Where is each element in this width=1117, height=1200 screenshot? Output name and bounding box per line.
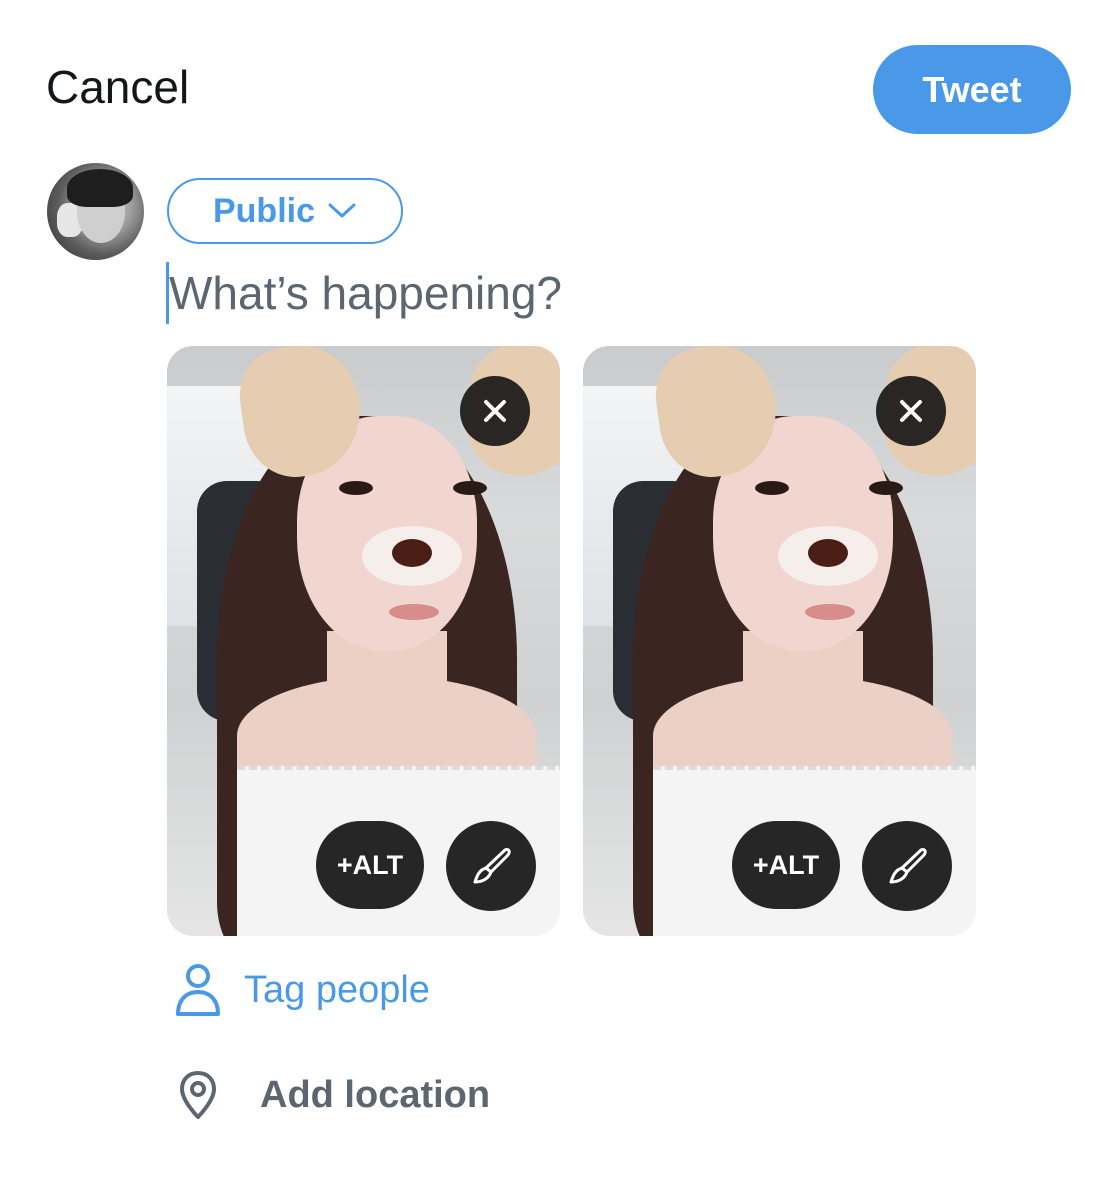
add-alt-text-button[interactable]: +ALT	[316, 821, 424, 909]
add-location-button[interactable]: Add location	[178, 1070, 490, 1120]
location-pin-icon	[180, 1071, 216, 1119]
avatar[interactable]	[47, 163, 144, 260]
edit-media-button[interactable]	[862, 821, 952, 911]
audience-selector[interactable]: Public	[167, 178, 403, 244]
close-icon	[484, 400, 506, 422]
photo-eye-right	[869, 481, 903, 495]
composer-placeholder: What’s happening?	[169, 267, 562, 319]
tweet-compose-screen: Cancel Tweet Public What’s happening? +A…	[0, 0, 1117, 1200]
photo-lips	[389, 604, 439, 620]
chevron-down-icon	[328, 203, 356, 218]
dog-nose	[392, 539, 432, 567]
audience-label: Public	[212, 191, 316, 230]
tweet-button[interactable]: Tweet	[873, 45, 1071, 134]
person-icon	[176, 964, 220, 1016]
cancel-button[interactable]: Cancel	[46, 60, 189, 114]
brush-icon	[473, 848, 511, 884]
tweet-text-input[interactable]: What’s happening?	[166, 262, 562, 324]
photo-eye-left	[755, 481, 789, 495]
edit-media-button[interactable]	[446, 821, 536, 911]
photo-lips	[805, 604, 855, 620]
add-alt-text-button[interactable]: +ALT	[732, 821, 840, 909]
remove-media-button[interactable]	[876, 376, 946, 446]
photo-eye-left	[339, 481, 373, 495]
tag-people-label: Tag people	[244, 968, 430, 1011]
tag-people-button[interactable]: Tag people	[174, 962, 430, 1018]
media-attachment-1[interactable]: +ALT	[167, 346, 560, 936]
close-icon	[900, 400, 922, 422]
brush-icon	[889, 848, 927, 884]
photo-eye-right	[453, 481, 487, 495]
avatar-hair-shape	[67, 169, 133, 207]
media-attachment-2[interactable]: +ALT	[583, 346, 976, 936]
dog-nose	[808, 539, 848, 567]
remove-media-button[interactable]	[460, 376, 530, 446]
add-location-label: Add location	[260, 1073, 491, 1116]
